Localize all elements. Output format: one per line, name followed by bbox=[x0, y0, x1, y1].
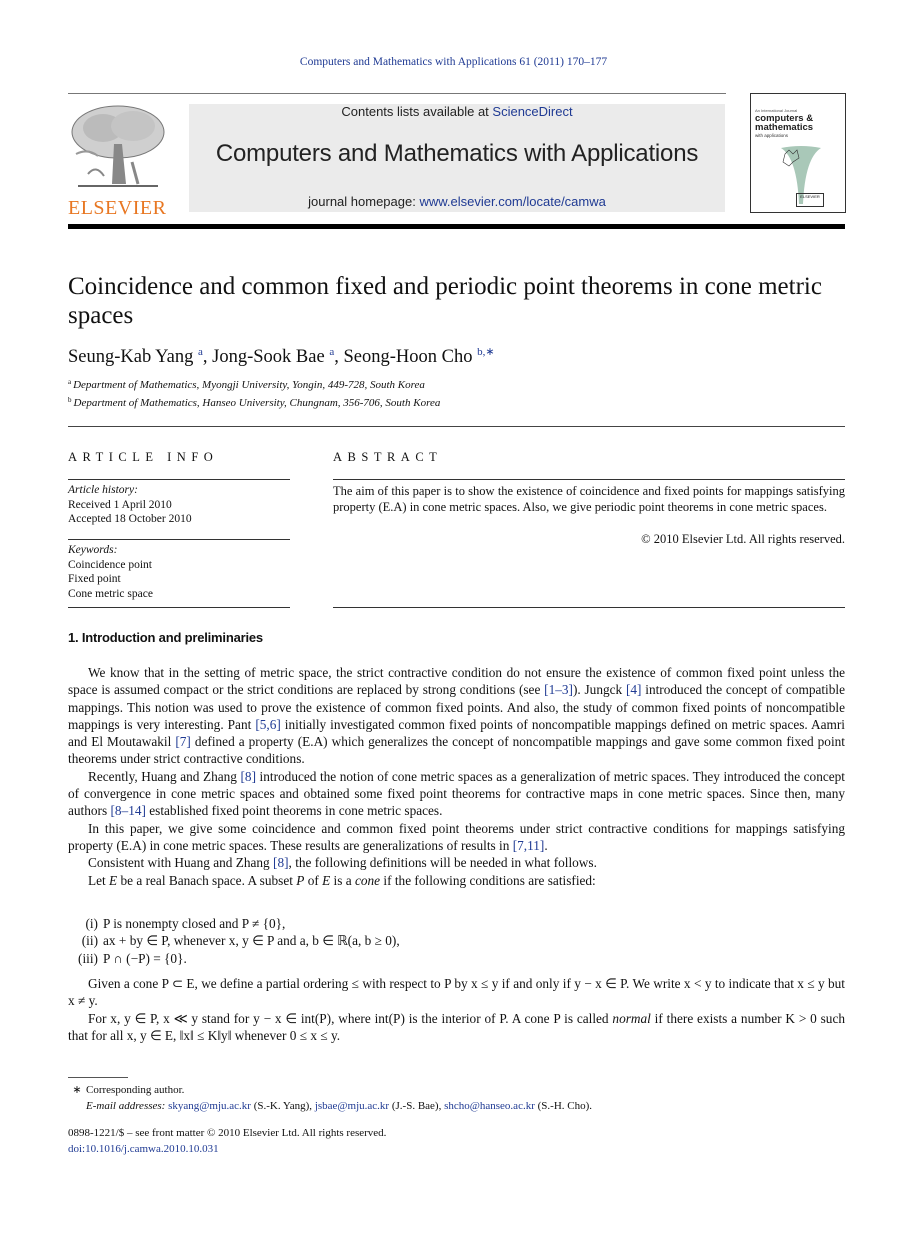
author-name: Seong-Hoon Cho bbox=[343, 347, 473, 367]
section-body: We know that in the setting of metric sp… bbox=[68, 664, 845, 889]
journal-homepage-line: journal homepage: www.elsevier.com/locat… bbox=[308, 194, 606, 209]
cover-badge: ELSEVIER bbox=[796, 193, 824, 207]
elsevier-logo: ELSEVIER bbox=[68, 104, 168, 219]
article-title: Coincidence and common fixed and periodi… bbox=[68, 273, 822, 329]
paragraph: In this paper, we give some coincidence … bbox=[68, 820, 845, 853]
paragraph: For x, y ∈ P, x ≪ y stand for y − x ∈ in… bbox=[68, 1010, 846, 1043]
received-date: Received 1 April 2010 bbox=[68, 498, 172, 511]
paragraph: Recently, Huang and Zhang [8] introduced… bbox=[68, 768, 845, 819]
section-heading: 1. Introduction and preliminaries bbox=[68, 630, 263, 645]
journal-cover: An International Journal computers & mat… bbox=[750, 93, 846, 213]
article-info-heading: ARTICLE INFO bbox=[68, 450, 219, 464]
citation-link[interactable]: [8] bbox=[273, 855, 289, 870]
email-link[interactable]: jsbae@mju.ac.kr bbox=[315, 1100, 389, 1112]
accepted-date: Accepted 18 October 2010 bbox=[68, 513, 192, 525]
affiliation-rule bbox=[68, 426, 845, 427]
footnote: ∗ Corresponding author. E-mail addresses:… bbox=[68, 1082, 592, 1114]
header-thick-rule bbox=[68, 224, 845, 229]
citation-link[interactable]: [7] bbox=[175, 734, 191, 749]
citation-link[interactable]: [8] bbox=[241, 769, 257, 784]
keyword: Cone metric space bbox=[68, 587, 153, 600]
citation-link[interactable]: [4] bbox=[626, 682, 642, 697]
article-info-rule-1 bbox=[68, 479, 290, 480]
journal-banner: Contents lists available at ScienceDirec… bbox=[189, 104, 725, 212]
condition-item: (i) P is nonempty closed and P ≠ {0}, bbox=[85, 916, 286, 931]
abstract-text: The aim of this paper is to show the exi… bbox=[333, 484, 845, 514]
abstract-rule-bottom bbox=[333, 607, 845, 608]
affiliation-b: b Department of Mathematics, Hanseo Unive… bbox=[68, 396, 441, 409]
email-link[interactable]: skyang@mju.ac.kr bbox=[168, 1100, 251, 1112]
email-link[interactable]: shcho@hanseo.ac.kr bbox=[444, 1100, 535, 1112]
elsevier-wordmark: ELSEVIER bbox=[68, 197, 167, 219]
journal-title: Computers and Mathematics with Applicati… bbox=[215, 140, 699, 167]
footnote-rule bbox=[68, 1077, 128, 1078]
section-body-continued: Given a cone P ⊂ E, we define a partial … bbox=[68, 975, 845, 1044]
keywords: Keywords: Coincidence point Fixed point … bbox=[68, 544, 153, 600]
paragraph: We know that in the setting of metric sp… bbox=[68, 665, 845, 767]
citation-link[interactable]: [7,11] bbox=[513, 838, 545, 853]
keyword: Coincidence point bbox=[68, 558, 152, 571]
article-history: Article history: Received 1 April 2010 A… bbox=[68, 484, 192, 525]
author-name: Jong-Sook Bae bbox=[212, 347, 325, 367]
cover-tagline: with applications bbox=[755, 133, 789, 138]
author-affiliation-link[interactable]: b,∗ bbox=[477, 346, 494, 358]
abstract-copyright: © 2010 Elsevier Ltd. All rights reserved… bbox=[641, 532, 845, 546]
email-addresses: E-mail addresses: skyang@mju.ac.kr (S.-K… bbox=[86, 1100, 593, 1112]
corresponding-author-note: ∗ Corresponding author. bbox=[72, 1084, 185, 1096]
article-info-rule-2 bbox=[68, 539, 290, 540]
citation-link[interactable]: [1–3] bbox=[544, 682, 573, 697]
journal-homepage-link[interactable]: www.elsevier.com/locate/camwa bbox=[419, 194, 605, 209]
paragraph: Let E be a real Banach space. A subset P… bbox=[88, 872, 596, 888]
elsevier-tree-icon bbox=[71, 105, 165, 187]
abstract-rule-top bbox=[333, 479, 845, 480]
condition-item: (iii) P ∩ (−P) = {0}. bbox=[78, 950, 187, 966]
author-list: Seung-Kab Yang a, Jong-Sook Bae a, Seong… bbox=[68, 346, 495, 367]
keyword: Fixed point bbox=[68, 573, 121, 585]
author-name: Seung-Kab Yang bbox=[68, 347, 194, 367]
contents-line: Contents lists available at ScienceDirec… bbox=[341, 104, 573, 119]
bottom-metadata: 0898-1221/$ – see front matter © 2010 El… bbox=[68, 1125, 386, 1157]
citation-link[interactable]: [5,6] bbox=[255, 717, 280, 732]
doi-link[interactable]: doi:10.1016/j.camwa.2010.10.031 bbox=[68, 1143, 219, 1155]
sciencedirect-link[interactable]: ScienceDirect bbox=[492, 104, 572, 119]
article-info-rule-3 bbox=[68, 607, 290, 608]
citation-link[interactable]: [8–14] bbox=[110, 803, 145, 818]
abstract-heading: ABSTRACT bbox=[333, 450, 443, 464]
condition-item: (ii) ax + by ∈ P, whenever x, y ∈ P and a… bbox=[81, 933, 400, 949]
cover-title: computers & mathematics bbox=[755, 113, 814, 133]
cone-conditions-list: (i) P is nonempty closed and P ≠ {0}, (ii… bbox=[68, 915, 400, 967]
paragraph: Given a cone P ⊂ E, we define a partial … bbox=[68, 976, 845, 1009]
running-head: Computers and Mathematics with Applicati… bbox=[299, 56, 608, 68]
paragraph: Consistent with Huang and Zhang [8], the… bbox=[88, 855, 597, 871]
header-top-rule bbox=[68, 93, 726, 94]
affiliation-a: a Department of Mathematics, Myongji Univ… bbox=[68, 378, 425, 391]
issn-line: 0898-1221/$ – see front matter © 2010 El… bbox=[68, 1127, 387, 1139]
